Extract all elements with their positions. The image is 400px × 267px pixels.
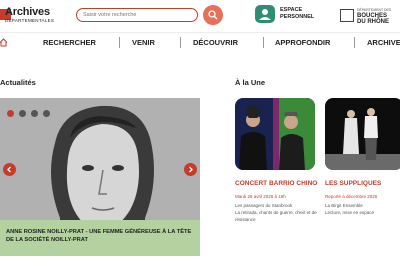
departement-logo-mark-icon <box>340 9 354 22</box>
suppliques-photo <box>325 98 400 170</box>
slider-dot[interactable] <box>31 110 38 117</box>
site-logo[interactable]: Archives DÉPARTEMENTALES <box>0 4 56 28</box>
slider-next-button[interactable] <box>184 163 197 176</box>
concert-photo <box>235 98 315 170</box>
slider-dot[interactable] <box>43 110 50 117</box>
nav-item-venir[interactable]: VENIR <box>132 38 155 47</box>
news-caption[interactable]: ANNE ROSINE NOILLY-PRAT - UNE FEMME GÉNÉ… <box>0 220 200 256</box>
card-desc-line: Les passagers du Stanbrook <box>235 203 293 208</box>
card-desc-line: Lecture, mise en espace <box>325 210 375 215</box>
espace-personnel-link[interactable]: ESPACE PERSONNEL <box>280 7 320 21</box>
card-title-concert[interactable]: CONCERT BARRIO CHINO <box>235 180 317 187</box>
concert-image[interactable] <box>235 98 315 170</box>
departement-name-line2: DU RHÔNE <box>357 19 390 25</box>
espace-label-line2: PERSONNEL <box>280 14 315 20</box>
departement-name: BOUCHES DU RHÔNE <box>357 13 389 25</box>
slider-prev-button[interactable] <box>3 163 16 176</box>
nav-separator <box>180 37 181 48</box>
nav-separator <box>263 37 264 48</box>
card-desc-line: La Birgit Ensemble <box>325 203 363 208</box>
person-icon <box>259 9 271 20</box>
nav-separator <box>119 37 120 48</box>
nav-item-decouvrir[interactable]: DÉCOUVRIR <box>193 38 238 47</box>
search-button[interactable] <box>203 5 223 25</box>
home-icon[interactable] <box>0 38 8 47</box>
card-title-suppliques[interactable]: LES SUPPLIQUES <box>325 180 381 187</box>
main-nav: RECHERCHER VENIR DÉCOUVRIR APPROFONDIR A… <box>0 32 400 52</box>
logo-subtitle: DÉPARTEMENTALES <box>5 18 55 23</box>
search-input[interactable] <box>76 8 198 22</box>
nav-item-archives[interactable]: ARCHIVE <box>367 38 400 47</box>
chevron-left-icon <box>7 166 11 173</box>
a-la-une-title: À la Une <box>235 78 266 87</box>
chevron-right-icon <box>189 166 193 173</box>
nav-item-approfondir[interactable]: APPROFONDIR <box>275 38 330 47</box>
card-date-suppliques: Reporté à décembre 2026 <box>325 194 378 199</box>
search-icon <box>208 10 218 20</box>
espace-label-line1: ESPACE <box>280 7 303 13</box>
card-date-concert: Mardi 28 avril 2026 à 19h <box>235 194 286 199</box>
espace-personnel-icon[interactable] <box>255 5 275 23</box>
slider-dot[interactable] <box>7 110 14 117</box>
suppliques-image[interactable] <box>325 98 400 170</box>
card-desc-suppliques: La Birgit Ensemble Lecture, mise en espa… <box>325 202 400 216</box>
slider-dot[interactable] <box>19 110 26 117</box>
nav-separator <box>354 37 355 48</box>
nav-item-rechercher[interactable]: RECHERCHER <box>43 38 96 47</box>
card-desc-concert: Les passagers du Stanbrook La retirada, … <box>235 202 317 223</box>
logo-title: Archives <box>5 6 50 18</box>
card-desc-line: La retirada, chants de guerre, d'exil et… <box>235 210 317 222</box>
departement-logo[interactable]: DÉPARTEMENT DES BOUCHES DU RHÔNE <box>340 7 400 25</box>
actualites-title: Actualités <box>0 78 36 87</box>
departement-small-label: DÉPARTEMENT DES <box>357 8 392 12</box>
